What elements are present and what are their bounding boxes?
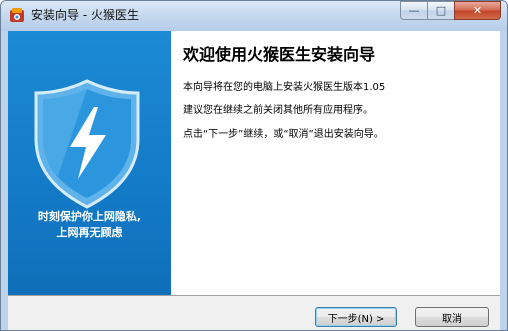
close-apps-text: 建议您在继续之前关闭其他所有应用程序。 bbox=[183, 105, 373, 116]
shield-lightning-icon bbox=[34, 79, 140, 209]
maximize-button[interactable]: □ bbox=[427, 1, 454, 20]
maximize-icon: □ bbox=[435, 4, 447, 17]
title-bar[interactable]: 安装向导 - 火猴医生 — □ ✕ bbox=[1, 1, 507, 31]
cancel-button[interactable]: 取消 bbox=[415, 307, 489, 327]
close-icon: ✕ bbox=[472, 4, 483, 17]
welcome-heading: 欢迎使用火猴医生安装向导 bbox=[183, 45, 376, 64]
next-button[interactable]: 下一步(N) > bbox=[315, 307, 397, 327]
button-bar: 下一步(N) > 取消 bbox=[8, 296, 500, 330]
side-banner: 时刻保护你上网隐私, 上网再无顾虑 bbox=[8, 31, 171, 295]
minimize-button[interactable]: — bbox=[400, 1, 427, 20]
welcome-content: 欢迎使用火猴医生安装向导 本向导将在您的电脑上安装火猴医生版本1.05 建议您在… bbox=[171, 31, 500, 295]
slogan-line-1: 时刻保护你上网隐私, bbox=[37, 210, 142, 223]
app-icon bbox=[10, 8, 24, 22]
instructions-text: 点击“下一步”继续，或“取消”退出安装向导。 bbox=[183, 129, 384, 140]
slogan: 时刻保护你上网隐私, 上网再无顾虑 bbox=[8, 209, 171, 241]
caption-buttons: — □ ✕ bbox=[400, 1, 501, 21]
installer-window: 安装向导 - 火猴医生 — □ ✕ 时刻保护你上网隐私, 上网再无顾虑 欢迎使用… bbox=[0, 0, 508, 331]
window-title: 安装向导 - 火猴医生 bbox=[31, 8, 139, 22]
slogan-line-2: 上网再无顾虑 bbox=[56, 226, 123, 239]
close-button[interactable]: ✕ bbox=[454, 1, 501, 20]
install-info-text: 本向导将在您的电脑上安装火猴医生版本1.05 bbox=[183, 82, 386, 93]
minimize-icon: — bbox=[408, 4, 420, 17]
wizard-body: 时刻保护你上网隐私, 上网再无顾虑 欢迎使用火猴医生安装向导 本向导将在您的电脑… bbox=[8, 31, 500, 330]
